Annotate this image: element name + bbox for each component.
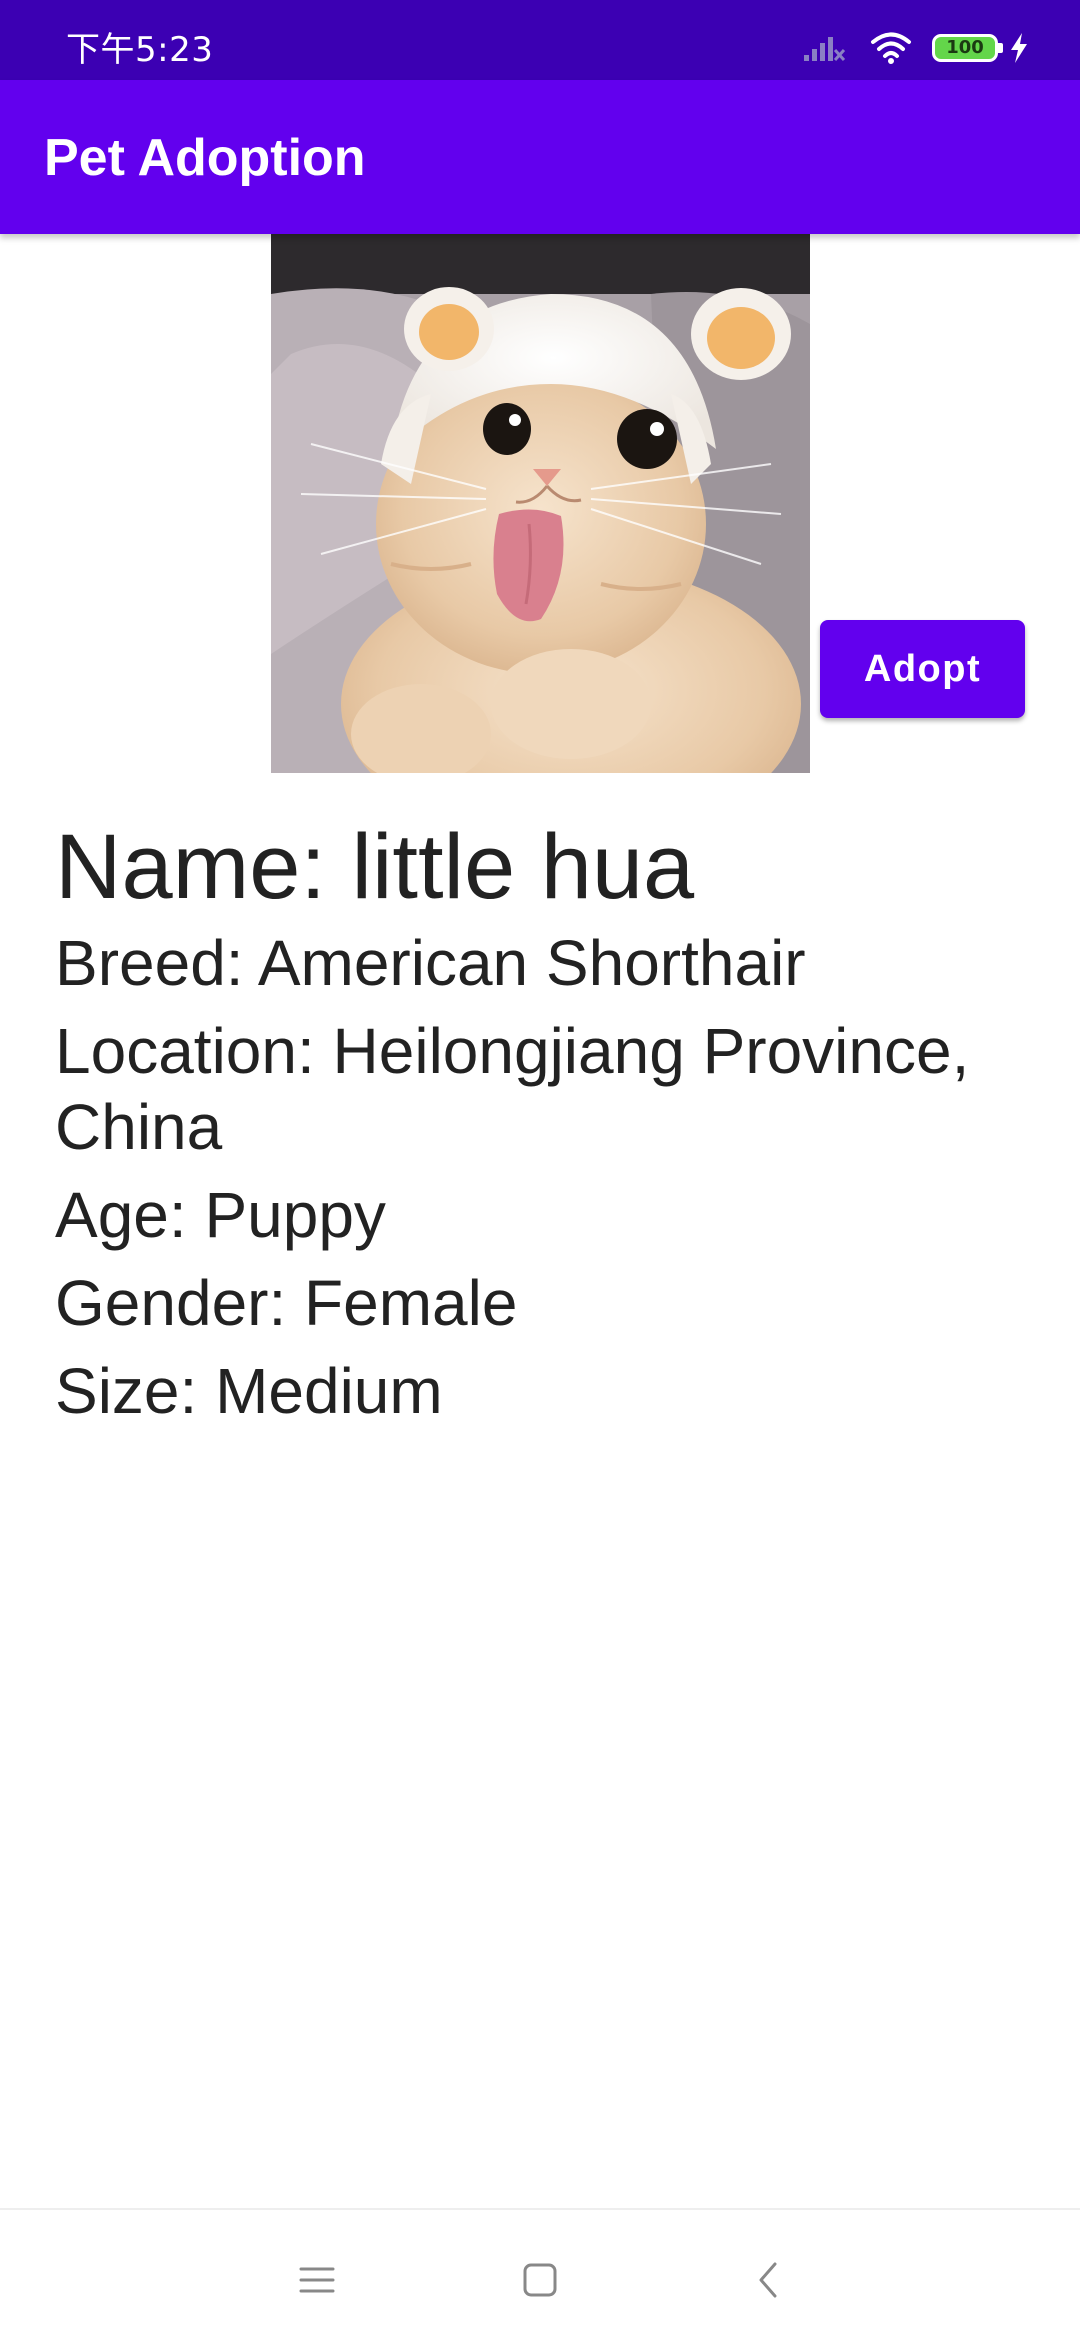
back-button[interactable] (728, 2240, 808, 2320)
pet-age: Age: Puppy (55, 1179, 386, 1251)
status-time: 下午5:23 (66, 30, 214, 70)
app-bar: Pet Adoption (0, 80, 1080, 234)
app-screen: 下午5:23 100 Pet Adoption Adopt Name: litt… (0, 0, 1080, 2340)
wifi-icon (871, 32, 911, 64)
back-chevron-icon (759, 2262, 777, 2298)
battery-level: 100 (946, 37, 984, 58)
menu-button[interactable] (277, 2240, 357, 2320)
app-title: Pet Adoption (44, 129, 366, 187)
cat-photo-illustration (271, 234, 810, 773)
pet-name: Name: little hua (55, 816, 695, 918)
pet-photo (271, 234, 810, 773)
home-square-icon (523, 2263, 557, 2297)
status-bar: 下午5:23 100 (0, 0, 1080, 80)
menu-icon (299, 2267, 335, 2293)
pet-breed: Breed: American Shorthair (55, 927, 806, 999)
home-button[interactable] (500, 2240, 580, 2320)
pet-gender: Gender: Female (55, 1267, 518, 1339)
charging-bolt-icon (1011, 33, 1027, 63)
pet-location: Location: Heilongjiang Province, China (55, 1015, 970, 1163)
battery-icon: 100 (932, 34, 1003, 62)
pet-size: Size: Medium (55, 1355, 443, 1427)
navigation-bar (0, 2208, 1080, 2340)
pet-details: Name: little hua Breed: American Shortha… (55, 810, 1035, 1441)
signal-icon (804, 37, 846, 62)
adopt-button[interactable]: Adopt (820, 620, 1025, 718)
status-icons: 100 (802, 28, 1030, 68)
